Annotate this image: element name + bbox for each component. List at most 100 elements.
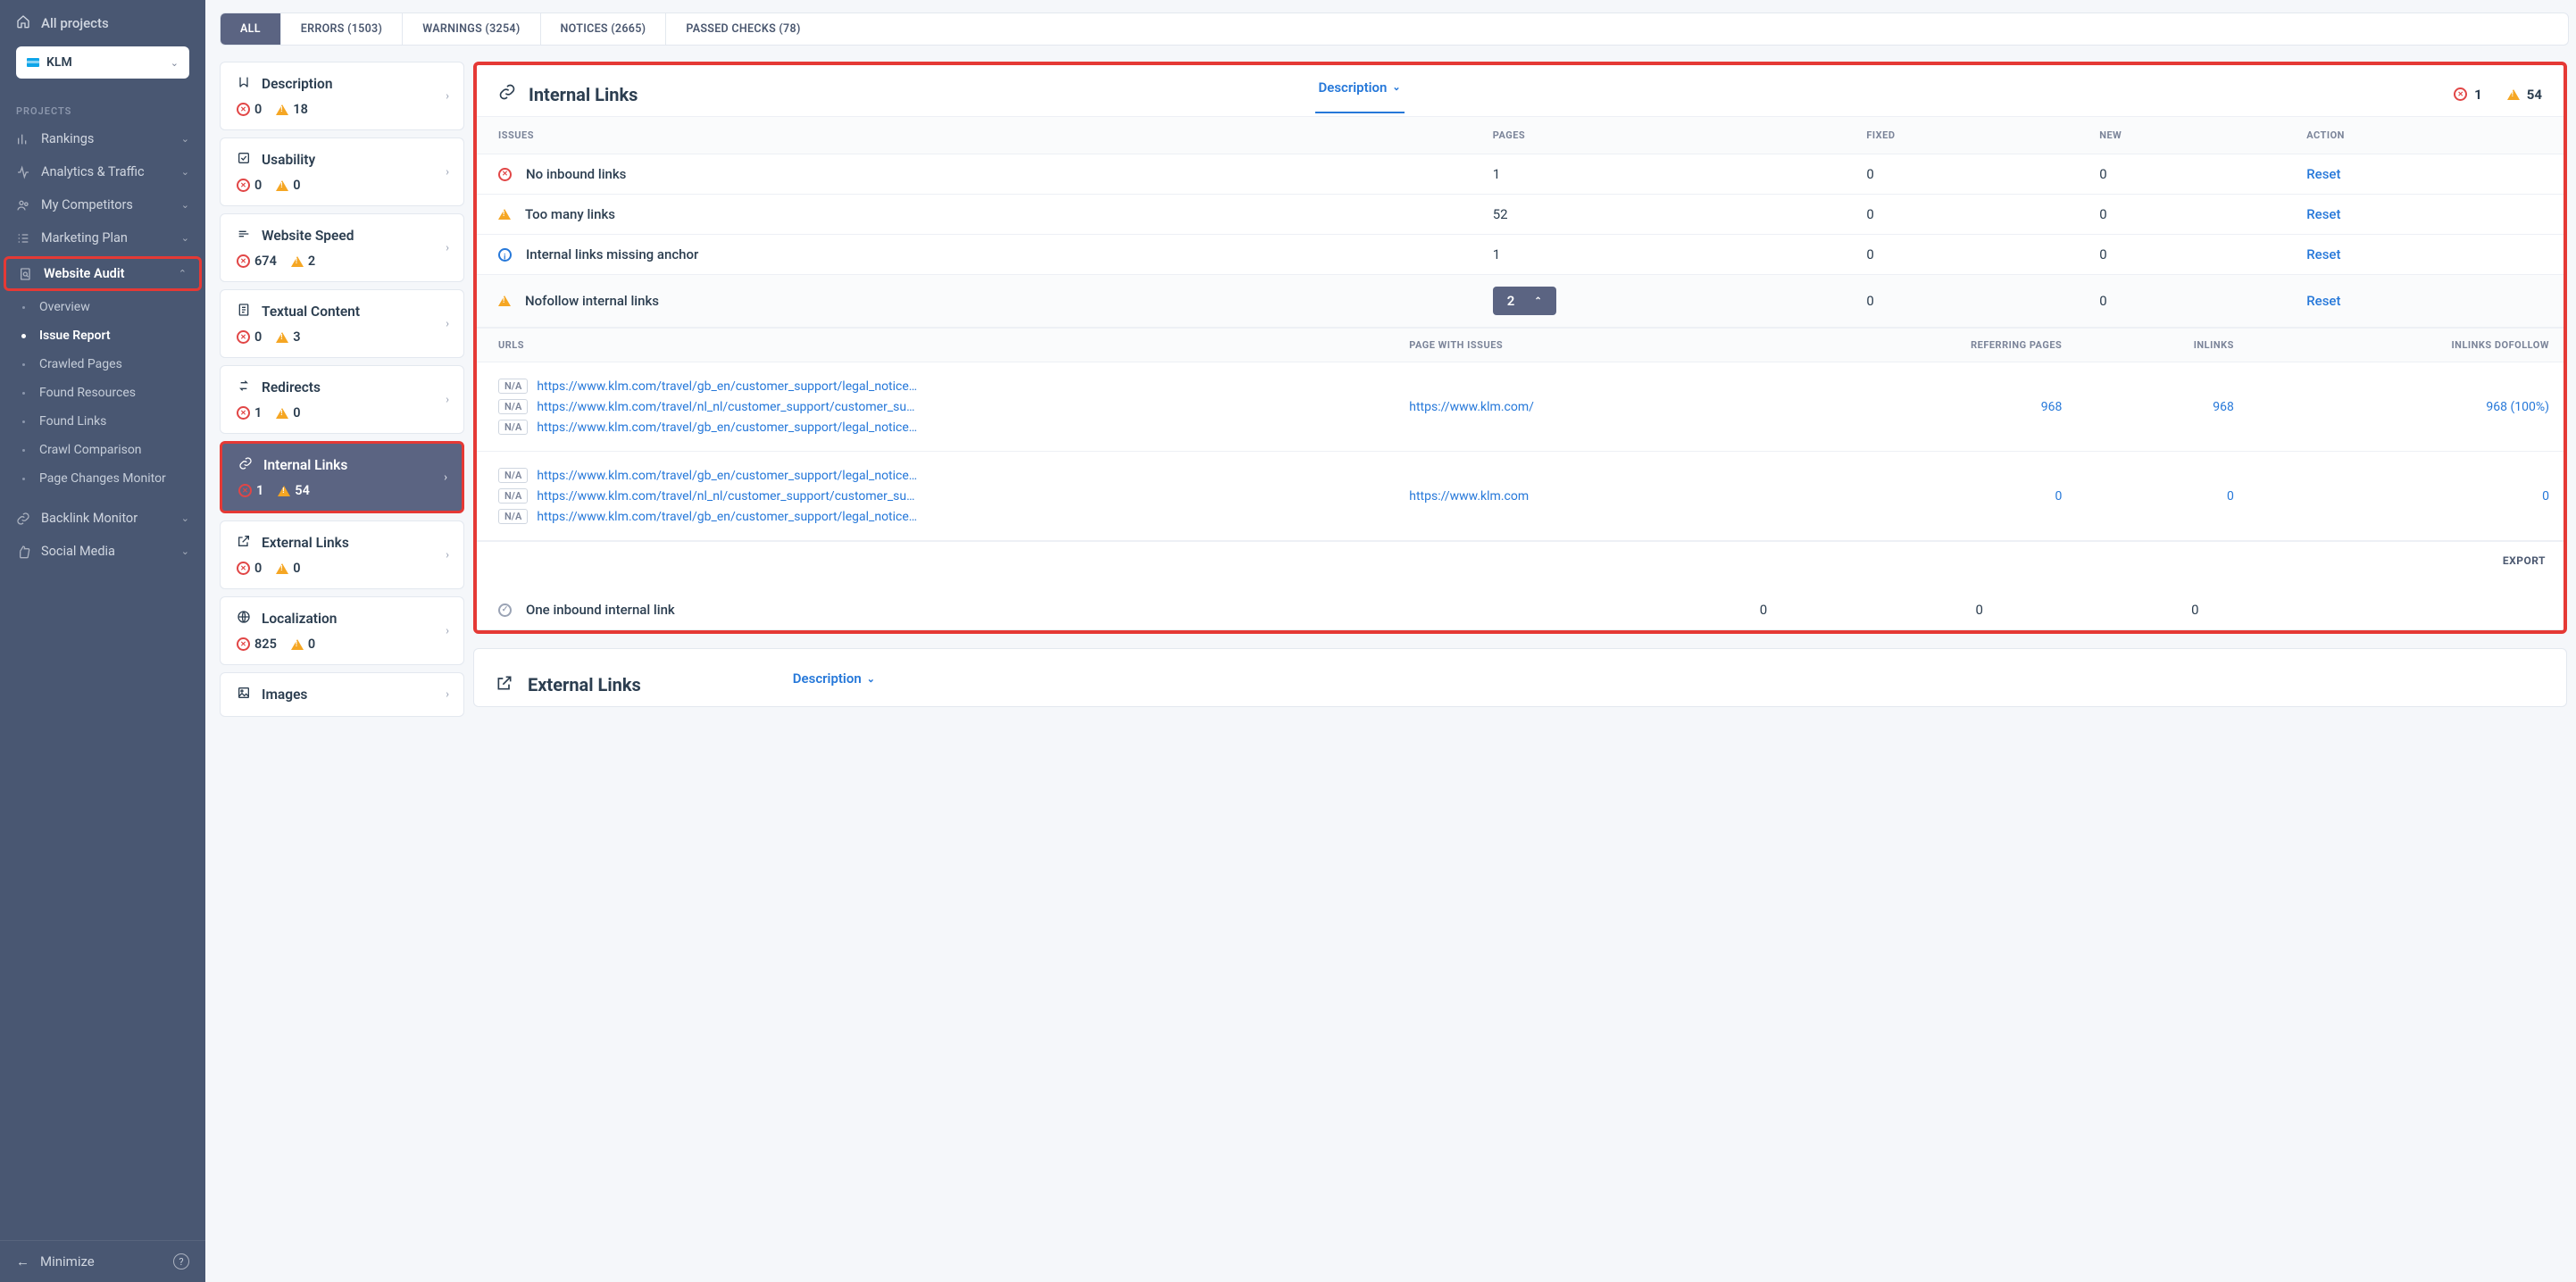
- inlinks-dofollow-value[interactable]: 0: [2542, 489, 2549, 504]
- pages-count-pill[interactable]: 2⌃: [1493, 287, 1556, 315]
- category-icon: [238, 456, 253, 474]
- url-link[interactable]: https://www.klm.com/travel/nl_nl/custome…: [537, 400, 921, 414]
- issue-row[interactable]: Nofollow internal links 2⌃ 0 0 Reset: [477, 275, 2563, 328]
- reset-link[interactable]: Reset: [2306, 206, 2340, 222]
- warning-icon: [498, 209, 511, 220]
- warning-stat: 0: [276, 405, 300, 420]
- panel-title: Internal Links: [529, 84, 638, 105]
- category-card-usability[interactable]: Usability 0 0 ›: [220, 137, 464, 206]
- category-card-textual-content[interactable]: Textual Content 0 3 ›: [220, 289, 464, 358]
- na-badge: N/A: [498, 488, 528, 504]
- reset-link[interactable]: Reset: [2306, 293, 2340, 309]
- error-icon: [237, 179, 250, 192]
- url-link[interactable]: https://www.klm.com/travel/gb_en/custome…: [537, 379, 921, 394]
- error-stat: 0: [237, 178, 262, 193]
- tab-warnings[interactable]: WARNINGS (3254): [403, 13, 540, 45]
- page-with-issues-link[interactable]: https://www.klm.com: [1409, 489, 1529, 504]
- category-label: Description: [262, 76, 332, 92]
- issue-row[interactable]: Internal links missing anchor 1 0 0 Rese…: [477, 235, 2563, 275]
- warning-stat: 18: [276, 102, 308, 117]
- category-icon: [237, 534, 251, 552]
- nav-backlink-monitor[interactable]: Backlink Monitor⌄: [0, 502, 205, 535]
- category-card-description[interactable]: Description 0 18 ›: [220, 62, 464, 130]
- warning-icon: [498, 296, 511, 306]
- page-with-issues-link[interactable]: https://www.klm.com/: [1409, 400, 1534, 414]
- error-icon: [237, 330, 250, 344]
- inlinks-value[interactable]: 968: [2213, 400, 2234, 414]
- category-label: Redirects: [262, 379, 321, 395]
- category-card-website-speed[interactable]: Website Speed 674 2 ›: [220, 213, 464, 282]
- issue-row[interactable]: Too many links 52 0 0 Reset: [477, 195, 2563, 235]
- subnav-found-resources[interactable]: Found Resources: [39, 379, 205, 407]
- urls-section: URLS PAGE WITH ISSUES REFERRING PAGES IN…: [477, 328, 2563, 541]
- na-badge: N/A: [498, 399, 528, 414]
- nav-rankings[interactable]: Rankings⌄: [0, 122, 205, 155]
- minimize-button[interactable]: ← Minimize: [16, 1253, 95, 1270]
- subnav-page-changes-monitor[interactable]: Page Changes Monitor: [39, 464, 205, 493]
- url-link[interactable]: https://www.klm.com/travel/gb_en/custome…: [537, 469, 921, 483]
- nav-website-audit[interactable]: Website Audit ⌃: [4, 256, 202, 291]
- issue-row[interactable]: No inbound links 1 0 0 Reset: [477, 154, 2563, 195]
- chevron-down-icon: ⌄: [181, 545, 189, 557]
- category-label: Images: [262, 687, 307, 703]
- warning-stat: 0: [276, 561, 300, 576]
- subnav-issue-report[interactable]: Issue Report: [39, 321, 205, 350]
- tab-passed[interactable]: PASSED CHECKS (78): [666, 13, 820, 45]
- help-icon[interactable]: ?: [173, 1253, 189, 1270]
- project-selector[interactable]: KLM ⌄: [16, 46, 189, 79]
- url-link[interactable]: https://www.klm.com/travel/gb_en/custome…: [537, 510, 921, 524]
- export-button[interactable]: EXPORT: [477, 541, 2563, 579]
- category-card-external-links[interactable]: External Links 0 0 ›: [220, 520, 464, 589]
- category-icon: [237, 75, 251, 93]
- nav-competitors[interactable]: My Competitors⌄: [0, 188, 205, 221]
- chevron-right-icon: ›: [446, 548, 449, 562]
- nav-marketing-plan[interactable]: Marketing Plan⌄: [0, 221, 205, 254]
- url-link[interactable]: https://www.klm.com/travel/nl_nl/custome…: [537, 489, 921, 504]
- warning-icon: [276, 332, 288, 343]
- col-action: ACTION: [2292, 117, 2563, 154]
- chevron-right-icon: ›: [446, 393, 449, 406]
- category-card-localization[interactable]: Localization 825 0 ›: [220, 596, 464, 665]
- subnav-overview[interactable]: Overview: [39, 293, 205, 321]
- description-tab-2[interactable]: Description ⌄: [789, 667, 879, 703]
- category-card-internal-links[interactable]: Internal Links 1 54 ›: [220, 441, 464, 513]
- error-stat: 1: [238, 483, 263, 498]
- url-link[interactable]: https://www.klm.com/travel/gb_en/custome…: [537, 420, 921, 435]
- error-stat: 1: [237, 405, 262, 420]
- subnav-crawled-pages[interactable]: Crawled Pages: [39, 350, 205, 379]
- error-icon: [237, 637, 250, 651]
- error-stat: 674: [237, 254, 277, 269]
- category-card-images[interactable]: Images ›: [220, 672, 464, 717]
- fixed-cell: 0: [1852, 154, 2085, 195]
- inlinks-dofollow-value[interactable]: 968 (100%): [2486, 400, 2549, 414]
- inlinks-value[interactable]: 0: [2227, 489, 2234, 504]
- issue-name: Nofollow internal links: [525, 293, 659, 309]
- link-icon: [498, 83, 516, 105]
- ref-pages-value[interactable]: 968: [2041, 400, 2063, 414]
- link-icon: [16, 512, 30, 526]
- reset-link[interactable]: Reset: [2306, 166, 2340, 182]
- category-label: Internal Links: [263, 457, 347, 473]
- tab-errors[interactable]: ERRORS (1503): [281, 13, 403, 45]
- description-tab[interactable]: Description ⌄: [1315, 76, 1405, 113]
- subnav-crawl-comparison[interactable]: Crawl Comparison: [39, 436, 205, 464]
- tab-all[interactable]: ALL: [221, 13, 281, 45]
- nav-social-media[interactable]: Social Media⌄: [0, 535, 205, 568]
- col-fixed: FIXED: [1852, 117, 2085, 154]
- nav-analytics[interactable]: Analytics & Traffic⌄: [0, 155, 205, 188]
- tab-notices[interactable]: NOTICES (2665): [541, 13, 667, 45]
- warning-icon: [291, 639, 304, 650]
- all-projects-link[interactable]: All projects: [16, 14, 189, 46]
- pages-cell: 1: [1479, 235, 1853, 275]
- chevron-down-icon: ⌄: [181, 133, 189, 145]
- subnav-found-links[interactable]: Found Links: [39, 407, 205, 436]
- warning-stat: 2: [291, 254, 315, 269]
- reset-link[interactable]: Reset: [2306, 246, 2340, 262]
- new-cell: 0: [2177, 590, 2393, 630]
- na-badge: N/A: [498, 509, 528, 524]
- category-card-redirects[interactable]: Redirects 1 0 ›: [220, 365, 464, 434]
- issue-row[interactable]: One inbound internal link 0 0 0: [477, 590, 2563, 630]
- ref-pages-value[interactable]: 0: [2055, 489, 2062, 504]
- col-pages: PAGES: [1479, 117, 1853, 154]
- category-label: Localization: [262, 611, 337, 627]
